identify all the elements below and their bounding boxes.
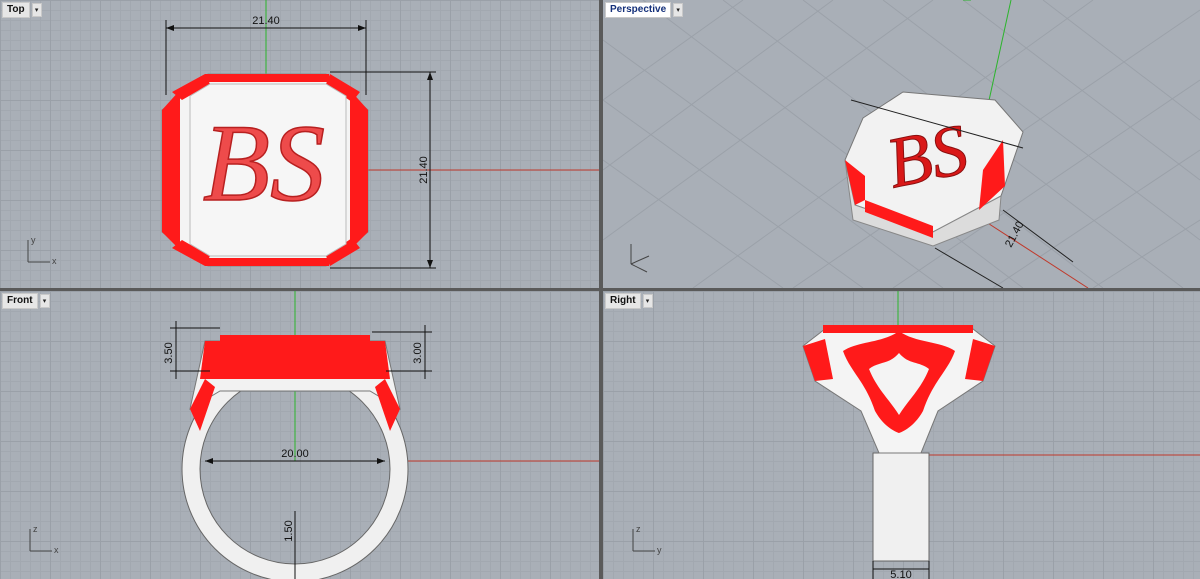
ring-top-shape: BS — [161, 73, 369, 267]
viewport-right[interactable]: Right ▾ 5.10 z y — [603, 291, 1200, 579]
viewport-perspective[interactable]: Perspective ▾ BS 21.40 — [603, 0, 1200, 288]
monogram-top: BS — [203, 102, 325, 224]
axis-gizmo: z x — [29, 524, 59, 555]
viewport-label[interactable]: Front — [2, 293, 38, 309]
perspective-view-drawing: BS 21.40 — [603, 0, 1200, 288]
dim-bottom: 5.10 — [890, 569, 911, 579]
svg-text:x: x — [54, 545, 59, 555]
ring-right-shape — [802, 325, 996, 562]
viewport-label[interactable]: Perspective — [605, 2, 672, 18]
dim-width: 21.40 — [252, 15, 280, 27]
viewport-front-tab[interactable]: Front ▾ — [2, 293, 50, 309]
dim-inner: 20.00 — [281, 448, 309, 460]
viewport-menu-icon[interactable]: ▾ — [673, 3, 684, 17]
svg-text:z: z — [636, 524, 641, 534]
viewport-label[interactable]: Right — [605, 293, 641, 309]
right-view-drawing: 5.10 z y — [632, 291, 1200, 579]
top-view-drawing: BS 21.40 21.40 y x — [27, 0, 599, 269]
viewport-front[interactable]: Front ▾ 3.50 3.00 20.00 1.50 z x — [0, 291, 599, 579]
viewport-menu-icon[interactable]: ▾ — [39, 294, 50, 308]
viewport-menu-icon[interactable]: ▾ — [31, 3, 42, 17]
viewport-perspective-tab[interactable]: Perspective ▾ — [605, 2, 684, 18]
dim-right: 3.00 — [412, 342, 424, 363]
axis-gizmo — [630, 244, 650, 273]
axis-gizmo: y x — [27, 235, 57, 266]
svg-text:x: x — [52, 256, 57, 266]
front-view-drawing: 3.50 3.00 20.00 1.50 z x — [29, 291, 599, 579]
dim-left: 3.50 — [163, 342, 175, 363]
dim-perspective: 21.40 — [1003, 219, 1027, 249]
svg-text:z: z — [33, 524, 38, 534]
monogram-perspective: BS — [880, 109, 975, 204]
dim-height: 21.40 — [418, 156, 430, 184]
viewport-top-tab[interactable]: Top ▾ — [2, 2, 42, 18]
viewport-top[interactable]: Top ▾ BS 21.40 21.40 y x — [0, 0, 599, 288]
svg-text:y: y — [31, 235, 36, 245]
ring-perspective-shape: BS — [844, 91, 1024, 247]
viewport-label[interactable]: Top — [2, 2, 30, 18]
svg-text:y: y — [657, 545, 662, 555]
viewport-menu-icon[interactable]: ▾ — [642, 294, 653, 308]
dim-thick: 1.50 — [283, 520, 295, 541]
viewport-right-tab[interactable]: Right ▾ — [605, 293, 653, 309]
axis-gizmo: z y — [632, 524, 662, 555]
